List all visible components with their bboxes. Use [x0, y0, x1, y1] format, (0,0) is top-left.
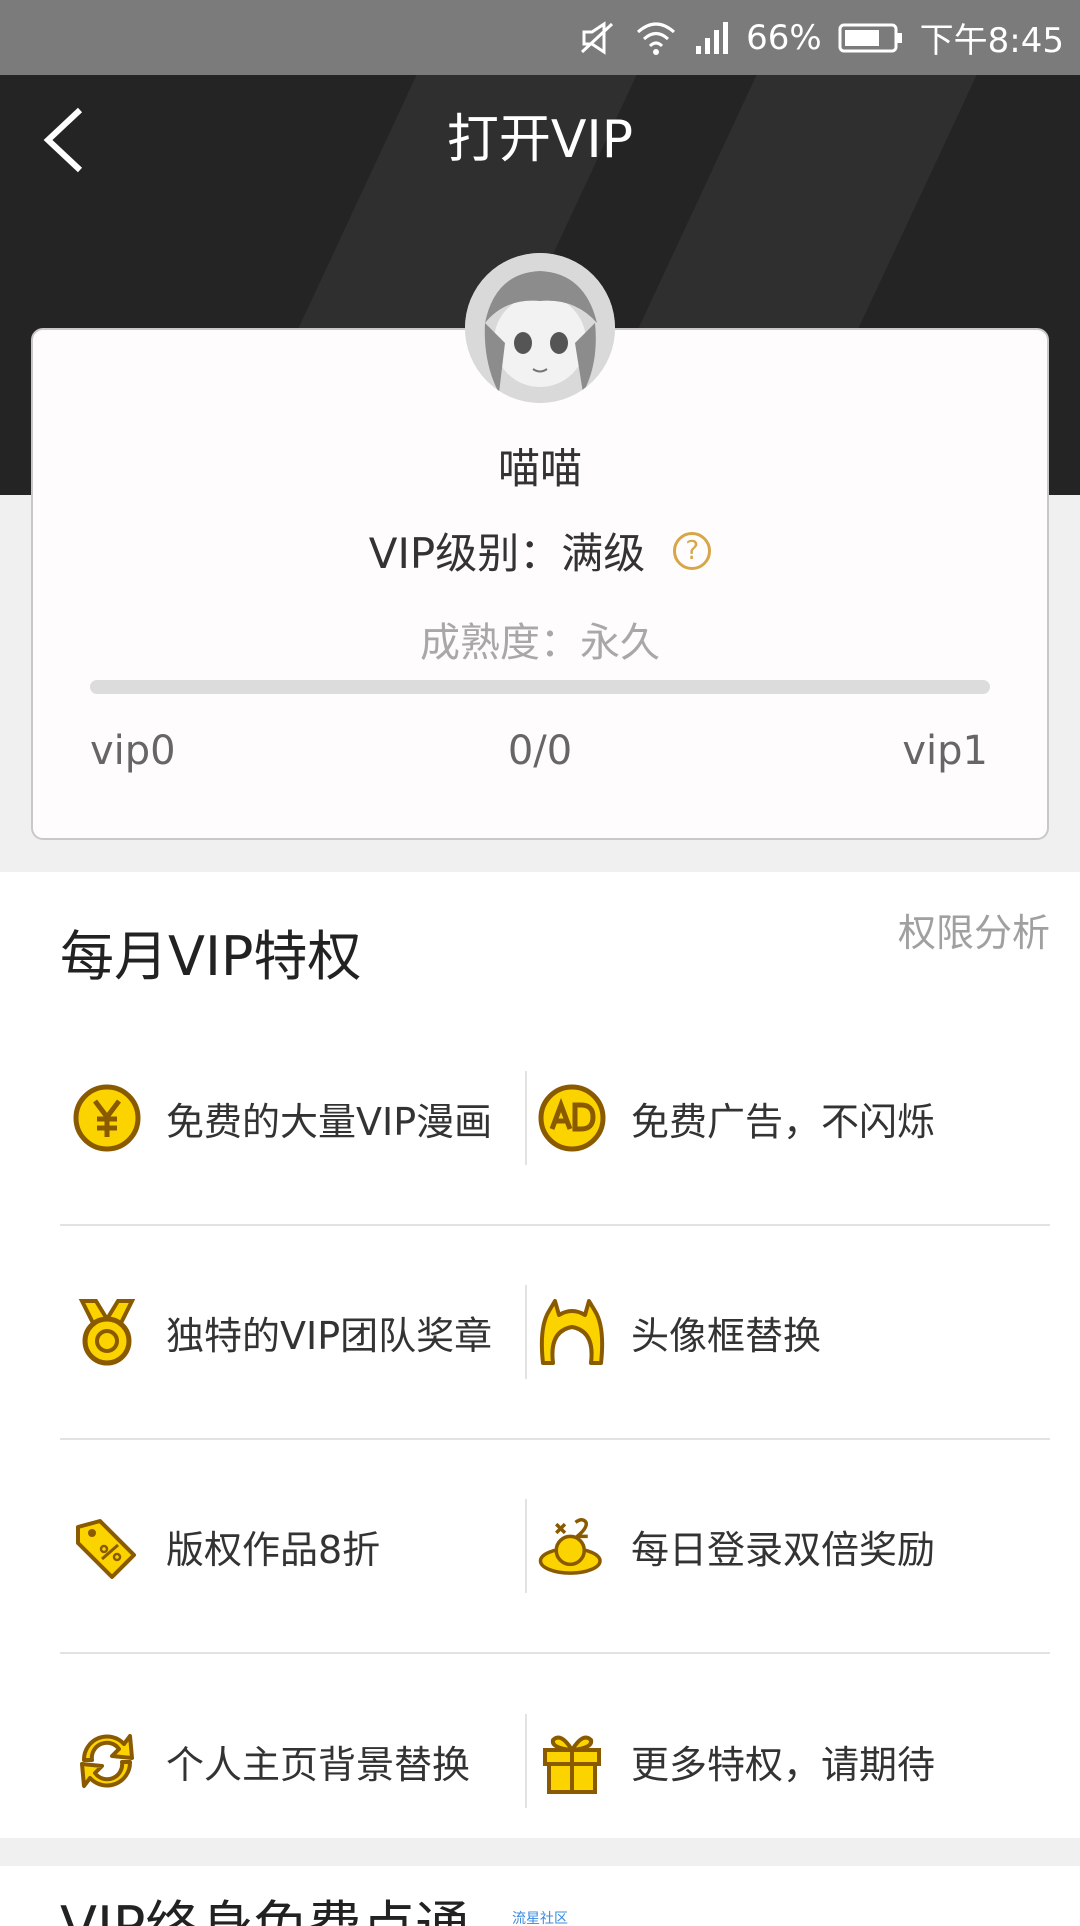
privilege-item[interactable]: 更多特权，请期待: [525, 1726, 990, 1796]
community-tag: 流星社区: [512, 1911, 568, 1926]
battery-percent: 66%: [746, 17, 822, 58]
vip-level: VIP级别：满级 ?: [0, 520, 1080, 581]
page-title: 打开VIP: [446, 110, 634, 170]
divider: [525, 1499, 527, 1593]
yen-icon: [72, 1083, 142, 1153]
mute-icon: [578, 20, 618, 56]
privilege-label: 个人主页背景替换: [166, 1742, 471, 1787]
privileges-grid: 免费的大量VIP漫画 免费广告，不闪烁 独特的VIP团队奖章 头像框替换 版权作…: [60, 1012, 1050, 1868]
divider: [525, 1714, 527, 1808]
battery-icon: [838, 22, 904, 54]
privilege-item[interactable]: 个人主页背景替换: [60, 1726, 525, 1796]
refresh-icon: [72, 1726, 142, 1796]
privilege-label: 免费广告，不闪烁: [631, 1099, 936, 1144]
double-reward-icon: [537, 1511, 607, 1581]
wifi-icon: [634, 20, 678, 56]
privilege-item[interactable]: 独特的VIP团队奖章: [60, 1297, 525, 1367]
privileges-row: 个人主页背景替换 更多特权，请期待: [60, 1654, 1050, 1868]
question-icon[interactable]: ?: [673, 531, 712, 570]
lifetime-points-section: VIP终身免费点通 流星社区: [0, 1866, 1080, 1926]
privilege-label: 头像框替换: [631, 1313, 822, 1358]
ad-icon: [537, 1083, 607, 1153]
vip-progress-bar: [90, 680, 990, 694]
avatar[interactable]: [465, 253, 615, 403]
username: 喵喵: [497, 444, 582, 493]
privilege-item[interactable]: 免费的大量VIP漫画: [60, 1083, 525, 1153]
privilege-label: 版权作品8折: [166, 1527, 381, 1572]
privilege-label: 每日登录双倍奖励: [631, 1527, 936, 1572]
privilege-item[interactable]: 免费广告，不闪烁: [525, 1083, 990, 1153]
privilege-label: 免费的大量VIP漫画: [166, 1099, 493, 1144]
gift-icon: [537, 1726, 607, 1796]
status-time: 下午8:45: [919, 21, 1064, 61]
privilege-item[interactable]: 版权作品8折: [60, 1511, 525, 1581]
section-title: VIP终身免费点通: [60, 1882, 469, 1926]
divider: [525, 1071, 527, 1165]
divider: [525, 1285, 527, 1379]
privilege-label: 更多特权，请期待: [631, 1742, 936, 1787]
privileges-section: 每月VIP特权 权限分析 免费的大量VIP漫画 免费广告，不闪烁 独特的VIP团…: [0, 872, 1080, 1838]
section-title: 每月VIP特权: [60, 925, 362, 988]
status-bar: 66% 下午8:45: [0, 0, 1080, 75]
permission-analysis-link[interactable]: 权限分析: [898, 902, 1050, 957]
privilege-label: 独特的VIP团队奖章: [166, 1313, 493, 1358]
privileges-row: 独特的VIP团队奖章 头像框替换: [60, 1226, 1050, 1440]
medal-icon: [72, 1297, 142, 1367]
privileges-row: 版权作品8折 每日登录双倍奖励: [60, 1440, 1050, 1654]
privileges-row: 免费的大量VIP漫画 免费广告，不闪烁: [60, 1012, 1050, 1226]
signal-icon: [694, 20, 730, 56]
maturity-text: 成熟度：永久: [420, 620, 660, 666]
progress-right-label: vip1: [902, 728, 988, 774]
tag-discount-icon: [72, 1511, 142, 1581]
privilege-item[interactable]: 每日登录双倍奖励: [525, 1511, 990, 1581]
privilege-item[interactable]: 头像框替换: [525, 1297, 990, 1367]
avatar-frame-icon: [537, 1297, 607, 1367]
vip-level-text: VIP级别：满级: [368, 529, 646, 578]
